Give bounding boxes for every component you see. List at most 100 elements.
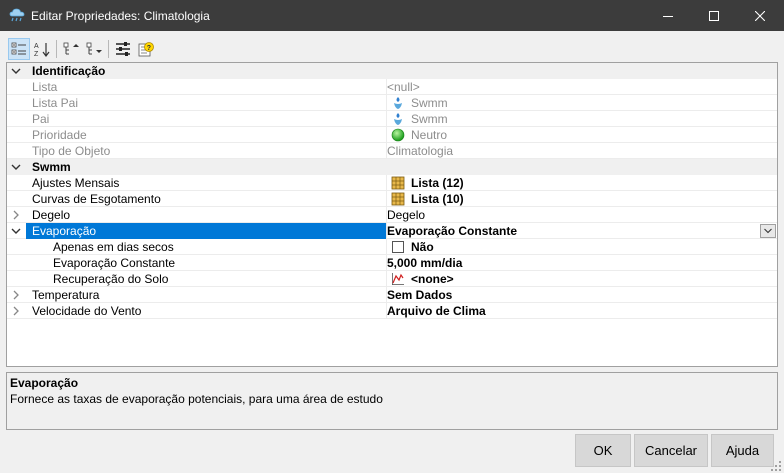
property-row-curvas-de-esgotamento[interactable]: Curvas de Esgotamento Lista (10): [7, 191, 777, 207]
property-name: Degelo: [32, 208, 71, 222]
property-row-apenas-em-dias-secos[interactable]: Apenas em dias secos Não: [7, 239, 777, 255]
cloud-rain-icon: [9, 8, 25, 22]
property-name: Evaporação Constante: [53, 256, 176, 270]
property-name: Temperatura: [32, 288, 100, 302]
maximize-button[interactable]: [691, 0, 737, 31]
toolbar-separator: [56, 40, 57, 58]
property-grid[interactable]: Identificação Lista <null> Lista Pai Swm…: [6, 62, 778, 367]
property-value: Arquivo de Clima: [387, 304, 486, 318]
collapse-all-button[interactable]: [84, 38, 104, 60]
chevron-down-icon: [764, 228, 772, 234]
property-value-cell[interactable]: Climatologia: [386, 143, 777, 159]
help-icon: ?: [138, 42, 154, 57]
property-value-cell[interactable]: <null>: [386, 79, 777, 95]
property-row-temperatura[interactable]: Temperatura Sem Dados: [7, 287, 777, 303]
property-value-cell[interactable]: Swmm: [386, 111, 777, 127]
sort-alphabetical-icon: A Z: [34, 43, 50, 57]
chevron-down-icon[interactable]: [10, 161, 22, 173]
property-value-cell[interactable]: Não: [386, 239, 777, 255]
maximize-icon: [709, 10, 719, 21]
chevron-right-icon[interactable]: [10, 289, 22, 301]
property-value-cell[interactable]: Evaporação Constante: [386, 223, 777, 239]
description-title: Evaporação: [10, 376, 79, 390]
category-identificacao[interactable]: Identificação: [7, 63, 777, 79]
property-value: Swmm: [411, 112, 448, 126]
property-value-cell[interactable]: Degelo: [386, 207, 777, 223]
sort-alphabetical-button[interactable]: A Z: [32, 38, 52, 60]
property-row-lista[interactable]: Lista <null>: [7, 79, 777, 95]
property-name: Lista Pai: [32, 96, 79, 110]
property-name: Lista: [32, 80, 58, 94]
close-button[interactable]: [737, 0, 783, 31]
minimize-button[interactable]: [645, 0, 691, 31]
chevron-right-icon[interactable]: [10, 209, 22, 221]
property-row-evaporacao[interactable]: Evaporação Evaporação Constante: [7, 223, 777, 239]
close-icon: [755, 10, 765, 21]
toolbar-separator: [108, 40, 109, 58]
property-name: Curvas de Esgotamento: [32, 192, 161, 206]
dialog-footer: OK Cancelar Ajuda: [0, 430, 784, 473]
property-row-degelo[interactable]: Degelo Degelo: [7, 207, 777, 223]
property-value-cell[interactable]: Swmm: [386, 95, 777, 111]
property-name: Velocidade do Vento: [32, 304, 142, 318]
property-value: Neutro: [411, 128, 448, 142]
categorized-view-icon: [11, 42, 26, 55]
minimize-icon: [663, 15, 673, 17]
category-label: Swmm: [32, 160, 71, 174]
property-row-ajustes-mensais[interactable]: Ajustes Mensais Lista (12): [7, 175, 777, 191]
property-settings-icon: [116, 42, 130, 56]
category-swmm[interactable]: Swmm: [7, 159, 777, 175]
property-row-tipo-de-objeto[interactable]: Tipo de Objeto Climatologia: [7, 143, 777, 159]
green-circle-icon: [391, 128, 405, 142]
table-icon: [391, 192, 405, 206]
svg-text:Z: Z: [34, 51, 39, 57]
chevron-down-icon[interactable]: [10, 65, 22, 77]
swmm-icon: [391, 96, 405, 110]
property-value: <none>: [411, 272, 454, 286]
property-settings-button[interactable]: [113, 38, 133, 60]
checkbox-icon[interactable]: [391, 240, 405, 254]
chevron-right-icon[interactable]: [10, 305, 22, 317]
property-value-cell[interactable]: <none>: [386, 271, 777, 287]
property-row-recuperacao-do-solo[interactable]: Recuperação do Solo <none>: [7, 271, 777, 287]
swmm-icon: [391, 112, 405, 126]
property-name: Tipo de Objeto: [32, 144, 111, 158]
expand-all-button[interactable]: [61, 38, 81, 60]
property-value: 5,000 mm/dia: [387, 256, 463, 270]
property-name: Prioridade: [32, 128, 87, 142]
value-dropdown-button[interactable]: [760, 224, 776, 238]
property-value-cell[interactable]: Lista (10): [386, 191, 777, 207]
property-row-prioridade[interactable]: Prioridade Neutro: [7, 127, 777, 143]
property-row-evaporacao-constante[interactable]: Evaporação Constante 5,000 mm/dia: [7, 255, 777, 271]
property-value-cell[interactable]: Neutro: [386, 127, 777, 143]
property-name: Pai: [32, 112, 50, 126]
property-row-velocidade-do-vento[interactable]: Velocidade do Vento Arquivo de Clima: [7, 303, 777, 319]
help-dialog-button[interactable]: Ajuda: [711, 434, 774, 467]
property-value-cell[interactable]: Sem Dados: [386, 287, 777, 303]
property-value-cell[interactable]: Arquivo de Clima: [386, 303, 777, 319]
title-bar[interactable]: Editar Propriedades: Climatologia: [0, 0, 784, 31]
table-icon: [391, 176, 405, 190]
description-panel: Evaporação Fornece as taxas de evaporaçã…: [6, 372, 778, 430]
property-row-lista-pai[interactable]: Lista Pai Swmm: [7, 95, 777, 111]
property-row-pai[interactable]: Pai Swmm: [7, 111, 777, 127]
help-button[interactable]: ?: [136, 38, 156, 60]
resize-grip-icon[interactable]: [770, 460, 782, 472]
property-value: <null>: [387, 80, 420, 94]
property-name: Recuperação do Solo: [53, 272, 169, 286]
chevron-down-icon[interactable]: [10, 225, 22, 237]
property-name: Evaporação: [32, 224, 97, 238]
toolbar: A Z ?: [0, 31, 784, 61]
property-value-cell[interactable]: Lista (12): [386, 175, 777, 191]
property-name: Apenas em dias secos: [53, 240, 174, 254]
property-value-cell[interactable]: 5,000 mm/dia: [386, 255, 777, 271]
window-title: Editar Propriedades: Climatologia: [31, 9, 210, 23]
curve-chart-icon: [391, 272, 405, 286]
cancel-button[interactable]: Cancelar: [634, 434, 708, 467]
svg-text:A: A: [34, 43, 39, 50]
categorized-view-button[interactable]: [8, 38, 30, 60]
property-value: Lista (10): [411, 192, 464, 206]
category-label: Identificação: [32, 64, 106, 78]
property-value: Degelo: [387, 208, 426, 222]
ok-button[interactable]: OK: [575, 434, 631, 467]
